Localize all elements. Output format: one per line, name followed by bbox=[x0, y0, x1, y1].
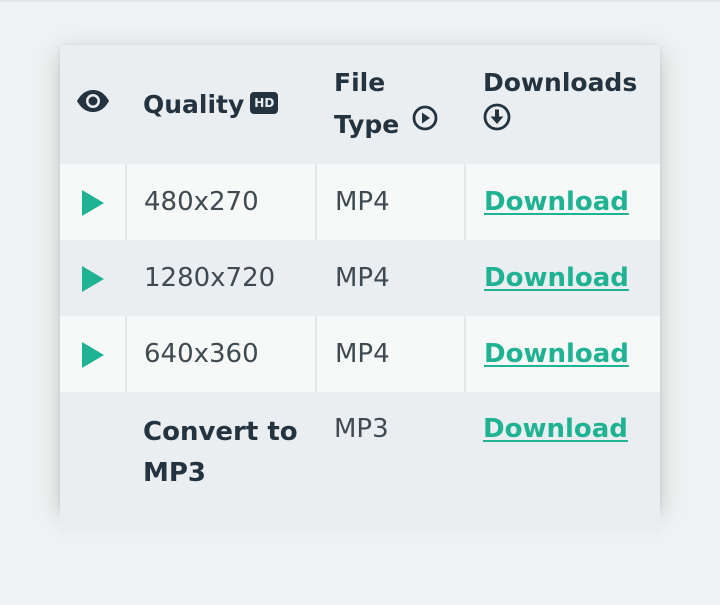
quality-header-label: Quality bbox=[143, 89, 245, 119]
downloads-column-header: Downloads bbox=[465, 45, 660, 164]
download-cell: Download bbox=[464, 316, 660, 392]
play-cell[interactable] bbox=[60, 164, 126, 240]
play-cell[interactable] bbox=[60, 240, 126, 316]
download-link[interactable]: Download bbox=[483, 414, 628, 444]
download-options-card: Quality HD File Type Downloads 480x270 M… bbox=[60, 45, 660, 532]
file-type-cell: MP4 bbox=[315, 240, 465, 316]
downloads-header-label: Downloads bbox=[483, 68, 638, 97]
table-row: 480x270 MP4 Download bbox=[60, 164, 660, 240]
table-row: 640x360 MP4 Download bbox=[60, 316, 660, 392]
table-header-row: Quality HD File Type Downloads bbox=[60, 45, 660, 164]
download-cell: Download bbox=[464, 164, 660, 240]
play-cell[interactable] bbox=[60, 316, 126, 392]
file-type-header-line2: Type bbox=[334, 110, 400, 139]
hd-icon: HD bbox=[250, 91, 279, 114]
downloads-header-icon-wrap bbox=[483, 102, 660, 147]
eye-icon bbox=[76, 84, 110, 126]
download-cell: Download bbox=[464, 240, 660, 316]
file-type-cell: MP4 bbox=[315, 164, 465, 240]
download-link[interactable]: Download bbox=[484, 339, 629, 369]
file-type-header-line2-wrap: Type bbox=[334, 104, 465, 147]
quality-cell: 480x270 bbox=[125, 164, 316, 240]
download-table: Quality HD File Type Downloads 480x270 M… bbox=[60, 45, 660, 532]
file-type-header-line1: File bbox=[334, 68, 386, 97]
file-type-cell: MP3 bbox=[316, 392, 465, 532]
play-circle-icon bbox=[412, 102, 438, 144]
convert-label-line2: MP3 bbox=[143, 458, 207, 488]
download-cell: Download bbox=[465, 392, 660, 532]
download-circle-icon bbox=[483, 102, 511, 144]
convert-mp3-cell: Convert to MP3 bbox=[126, 392, 316, 532]
table-row: Convert to MP3 MP3 Download bbox=[60, 392, 660, 532]
play-icon[interactable] bbox=[81, 189, 104, 216]
convert-label-line1: Convert to bbox=[143, 417, 298, 447]
empty-play-cell bbox=[60, 392, 126, 532]
table-row: 1280x720 MP4 Download bbox=[60, 240, 660, 316]
quality-column-header: Quality HD bbox=[126, 45, 316, 164]
file-type-column-header: File Type bbox=[316, 45, 465, 164]
quality-cell: 1280x720 bbox=[125, 240, 316, 316]
download-link[interactable]: Download bbox=[484, 187, 629, 217]
preview-column-header bbox=[60, 45, 126, 164]
play-icon[interactable] bbox=[81, 341, 104, 368]
download-link[interactable]: Download bbox=[484, 263, 629, 293]
top-divider bbox=[0, 0, 720, 2]
quality-cell: 640x360 bbox=[125, 316, 316, 392]
play-icon[interactable] bbox=[81, 265, 104, 292]
file-type-cell: MP4 bbox=[315, 316, 465, 392]
